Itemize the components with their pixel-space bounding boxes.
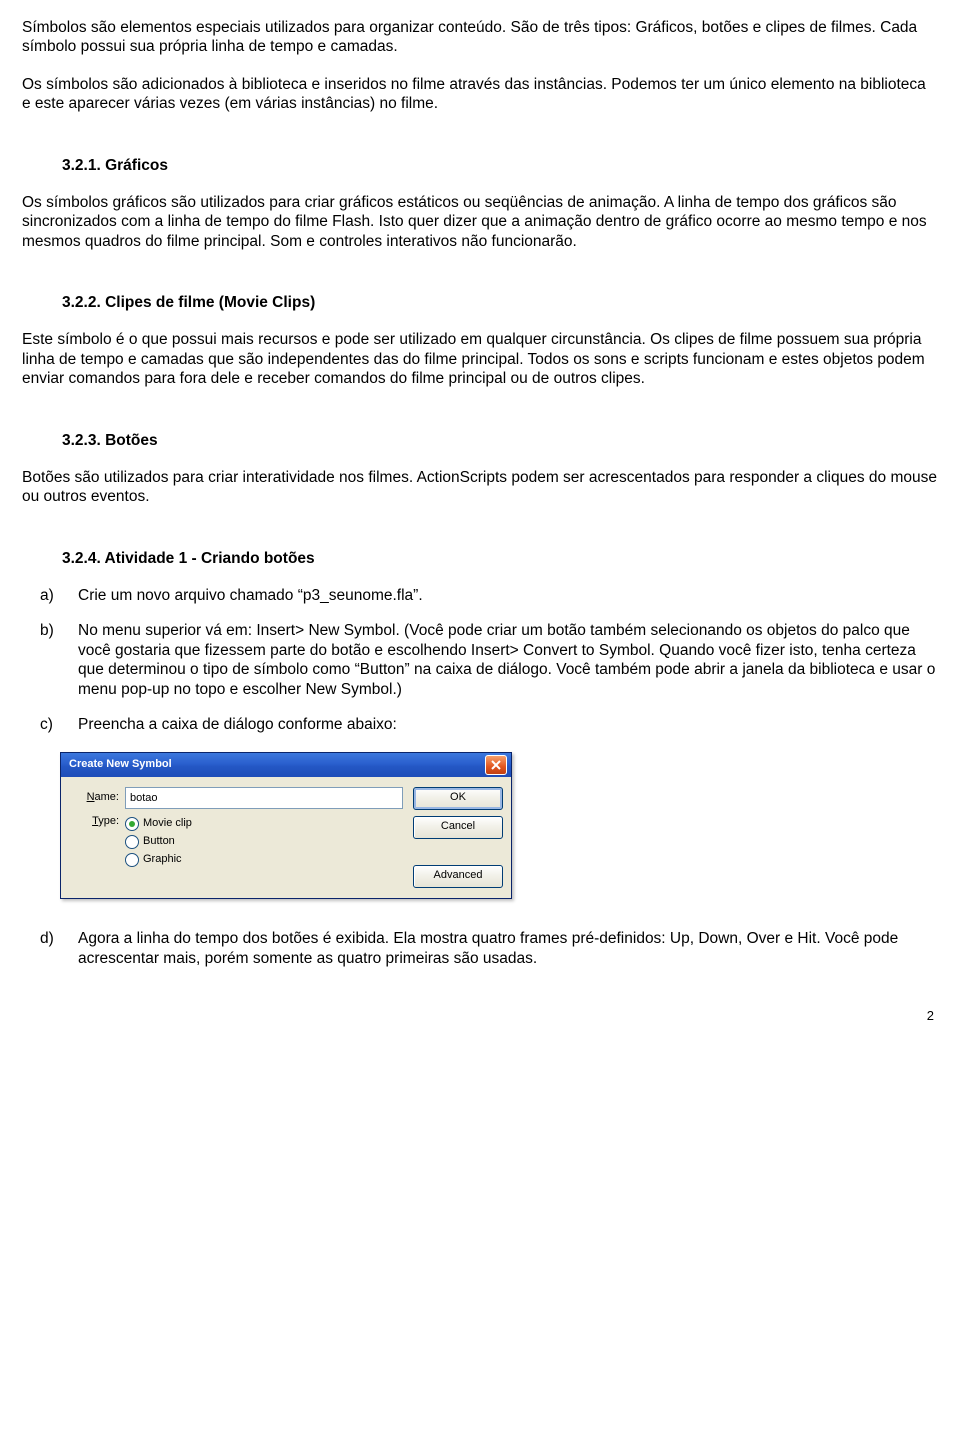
close-button[interactable]	[485, 755, 507, 775]
type-label: Type:	[71, 815, 125, 829]
step-marker: a)	[22, 586, 78, 605]
section-heading-movieclips: 3.2.2. Clipes de filme (Movie Clips)	[62, 293, 938, 312]
radio-label: Graphic	[143, 853, 182, 867]
step-b: b) No menu superior vá em: Insert> New S…	[22, 621, 938, 699]
name-input[interactable]	[125, 787, 403, 809]
step-d: d) Agora a linha do tempo dos botões é e…	[22, 929, 938, 968]
section-heading-botoes: 3.2.3. Botões	[62, 431, 938, 450]
dialog-titlebar[interactable]: Create New Symbol	[61, 753, 511, 777]
step-text: Preencha a caixa de diálogo conforme aba…	[78, 715, 938, 734]
step-text: Crie um novo arquivo chamado “p3_seunome…	[78, 586, 938, 605]
step-marker: d)	[22, 929, 78, 968]
step-marker: b)	[22, 621, 78, 699]
intro-paragraph-1: Símbolos são elementos especiais utiliza…	[22, 18, 938, 57]
step-a: a) Crie um novo arquivo chamado “p3_seun…	[22, 586, 938, 605]
name-label: Name:	[71, 791, 125, 805]
section-body-botoes: Botões são utilizados para criar interat…	[22, 468, 938, 507]
radio-movie-clip[interactable]: Movie clip	[125, 817, 192, 831]
radio-button[interactable]: Button	[125, 835, 192, 849]
section-heading-graficos: 3.2.1. Gráficos	[62, 156, 938, 175]
ok-button[interactable]: OK	[413, 787, 503, 810]
close-icon	[491, 760, 501, 770]
radio-label: Movie clip	[143, 817, 192, 831]
section-body-graficos: Os símbolos gráficos são utilizados para…	[22, 193, 938, 251]
section-body-movieclips: Este símbolo é o que possui mais recurso…	[22, 330, 938, 388]
step-text: Agora a linha do tempo dos botões é exib…	[78, 929, 938, 968]
radio-icon	[125, 817, 139, 831]
radio-icon	[125, 853, 139, 867]
section-heading-atividade: 3.2.4. Atividade 1 - Criando botões	[62, 549, 938, 568]
radio-icon	[125, 835, 139, 849]
cancel-button[interactable]: Cancel	[413, 816, 503, 839]
step-c: c) Preencha a caixa de diálogo conforme …	[22, 715, 938, 734]
intro-paragraph-2: Os símbolos são adicionados à biblioteca…	[22, 75, 938, 114]
step-text: No menu superior vá em: Insert> New Symb…	[78, 621, 938, 699]
radio-label: Button	[143, 835, 175, 849]
radio-graphic[interactable]: Graphic	[125, 853, 192, 867]
page-number: 2	[22, 1008, 938, 1024]
advanced-button[interactable]: Advanced	[413, 865, 503, 888]
dialog-title: Create New Symbol	[69, 758, 172, 772]
create-new-symbol-dialog: Create New Symbol Name: Type:	[60, 752, 512, 899]
step-marker: c)	[22, 715, 78, 734]
